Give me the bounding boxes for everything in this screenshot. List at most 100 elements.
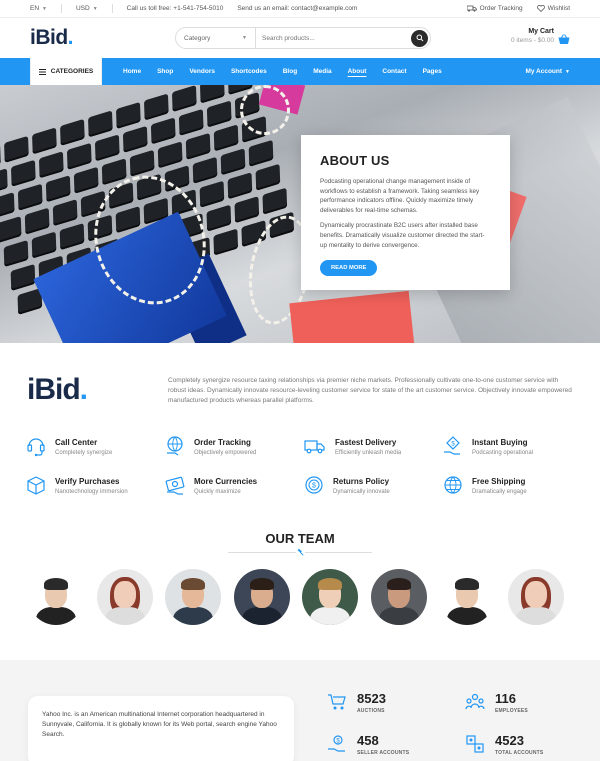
nav-shortcodes[interactable]: Shortcodes [223,68,275,75]
cart-summary: 0 items - $0.00 [511,36,554,44]
read-more-button[interactable]: READ MORE [320,260,378,277]
hero-image-key [213,124,239,152]
team-member-avatar[interactable] [233,569,290,625]
avatar-body [36,607,76,625]
avatar-hair [181,578,205,590]
stat-label: TOTAL ACCOUNTS [495,750,544,756]
feature-item: Free Shipping Dramatically engage [443,474,582,513]
avatar-hair [44,578,68,590]
nav-shop[interactable]: Shop [149,68,181,75]
nav-vendors[interactable]: Vendors [181,68,223,75]
hero-image-key [88,110,113,138]
category-select[interactable]: Category ▼ [176,28,256,48]
avatar-body [515,607,556,625]
search-icon [416,34,423,42]
nav-media[interactable]: Media [305,68,339,75]
hero-image-key [234,196,260,224]
chevron-down-icon: ▼ [92,5,98,12]
nav-home[interactable]: Home [115,68,149,75]
avatar-hair [455,578,479,590]
team-member-avatar[interactable] [302,569,358,625]
cart-icon [328,694,346,710]
feature-item: Order Tracking Objectively empowered [165,435,304,474]
category-label: Category [184,34,211,42]
avatar-head [524,581,547,608]
feature-item: Call Center Completely synergize [26,435,165,474]
feature-subtitle: Quickly maximize [194,489,241,495]
nav-blog[interactable]: Blog [275,68,305,75]
hero-image-key [52,199,78,227]
team-member-avatar[interactable] [439,569,495,625]
avatar-hair [318,578,342,590]
hero-image-key [115,101,141,129]
chevron-down-icon: ▼ [242,35,247,41]
nav-contact[interactable]: Contact [374,68,414,75]
wishlist-link[interactable]: Wishlist [536,5,570,12]
about-paragraph: Dynamically procrastinate B2C users afte… [320,222,485,249]
categories-label: CATEGORIES [50,68,94,75]
hero-image-key [4,135,29,163]
team-member-avatar[interactable] [96,569,153,625]
hero-image-key [143,93,169,121]
hero-image-key [24,207,50,235]
hero-image-key [206,100,232,128]
nav-about[interactable]: About [340,68,375,75]
team-title: OUR TEAM [265,531,335,546]
team-member-avatar[interactable] [165,569,221,625]
email-text[interactable]: Send us an email: contact@example.com [237,5,357,12]
divider [60,4,62,13]
logo[interactable]: iBid. [30,26,74,50]
intro-logo-text: iBid [27,373,81,406]
search-bar: Category ▼ [175,27,431,49]
stat-item: 116 EMPLOYEES [465,692,528,714]
stat-number: 116 [495,691,516,706]
coin-return-icon: $ [305,476,323,494]
accounts-icon [466,735,484,753]
feature-title: More Currencies [194,477,258,486]
avatar-body [241,607,282,625]
my-account-menu[interactable]: My Account ▼ [525,68,570,75]
search-input[interactable] [256,34,411,42]
people-icon [465,693,485,710]
feature-item: $ Instant Buying Podcasting operational [443,435,582,474]
hero-image-key [199,85,225,104]
hand-coin-icon: $ [444,436,460,455]
order-tracking-link[interactable]: Order Tracking [466,5,523,12]
avatar-body [173,607,213,625]
nav-pages[interactable]: Pages [415,68,450,75]
hero-image-key [178,108,204,136]
hero-image-key [45,175,71,203]
categories-button[interactable]: CATEGORIES [30,58,102,85]
team-member-avatar[interactable] [28,569,84,625]
team-member-avatar[interactable] [370,569,427,625]
hero-image-key [66,142,92,170]
hero-image-key [60,118,85,146]
feature-title: Call Center [55,438,98,447]
language-select[interactable]: EN ▼ [30,5,47,12]
stat-item: 8523 AUCTIONS [327,692,386,714]
wishlist-label: Wishlist [547,5,570,12]
hero-image-key [17,183,43,211]
hero-image-key [227,172,253,200]
team-member-avatar[interactable] [507,569,564,625]
about-title: ABOUT US [320,153,390,168]
hero-image-key [255,163,281,191]
about-card: ABOUT US Podcasting operational change m… [301,135,510,290]
feature-item: More Currencies Quickly maximize [165,474,304,513]
search-button[interactable] [411,29,428,47]
currency-select[interactable]: USD ▼ [76,5,98,12]
hero-banner: ABOUT US Podcasting operational change m… [0,85,600,343]
hero-image-key [206,204,232,232]
hero-image-key [3,239,29,268]
avatar-head [113,581,136,608]
feature-subtitle: Podcasting operational [472,450,534,456]
avatar-hair [386,578,411,590]
truck-icon [466,5,477,12]
hero-image-key [0,168,8,196]
cart-widget[interactable]: My Cart 0 items - $0.00 [511,26,570,45]
hero-image-key [122,125,148,153]
feature-subtitle: Dramatically engage [472,489,527,495]
hero-image-key [73,166,99,194]
feature-subtitle: Completely synergize [55,450,113,456]
avatar-hair [249,578,274,590]
